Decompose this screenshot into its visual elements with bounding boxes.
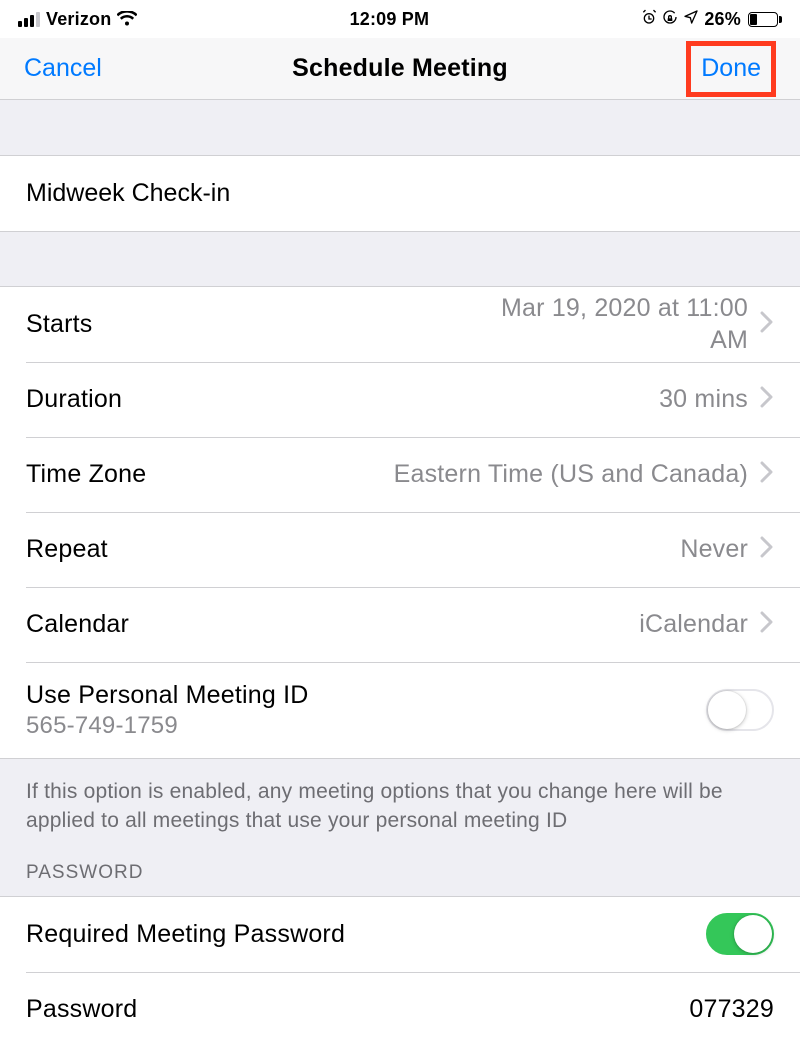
- require-password-toggle[interactable]: [706, 913, 774, 955]
- personal-meeting-id-row: Use Personal Meeting ID 565-749-1759: [0, 662, 800, 758]
- starts-row[interactable]: Starts Mar 19, 2020 at 11:00 AM: [0, 287, 800, 362]
- calendar-row[interactable]: Calendar iCalendar: [0, 587, 800, 662]
- chevron-right-icon: [760, 461, 774, 488]
- location-icon: [683, 9, 699, 30]
- duration-value: 30 mins: [659, 384, 748, 415]
- meeting-title-row[interactable]: [0, 156, 800, 231]
- require-password-label: Required Meeting Password: [26, 920, 345, 949]
- battery-percent: 26%: [704, 9, 741, 30]
- password-row[interactable]: Password 077329: [0, 972, 800, 1047]
- section-spacer: [0, 231, 800, 287]
- signal-bars-icon: [18, 12, 40, 27]
- chevron-right-icon: [760, 611, 774, 638]
- require-password-row: Required Meeting Password: [0, 897, 800, 972]
- timezone-value: Eastern Time (US and Canada): [394, 459, 748, 490]
- timezone-label: Time Zone: [26, 460, 146, 489]
- page-title: Schedule Meeting: [292, 54, 508, 83]
- chevron-right-icon: [760, 311, 774, 338]
- done-highlight-box: Done: [686, 41, 776, 97]
- pmi-number: 565-749-1759: [26, 712, 309, 740]
- calendar-label: Calendar: [26, 610, 129, 639]
- chevron-right-icon: [760, 386, 774, 413]
- pmi-hint-block: If this option is enabled, any meeting o…: [0, 758, 800, 897]
- status-bar: Verizon 12:09 PM 26%: [0, 0, 800, 38]
- starts-value: Mar 19, 2020 at 11:00 AM: [468, 293, 748, 356]
- battery-icon: [748, 12, 782, 27]
- timezone-row[interactable]: Time Zone Eastern Time (US and Canada): [0, 437, 800, 512]
- pmi-toggle[interactable]: [706, 689, 774, 731]
- section-spacer: [0, 100, 800, 156]
- pmi-hint-text: If this option is enabled, any meeting o…: [26, 777, 774, 836]
- password-label: Password: [26, 995, 137, 1024]
- pmi-label: Use Personal Meeting ID: [26, 681, 309, 710]
- repeat-label: Repeat: [26, 535, 108, 564]
- chevron-right-icon: [760, 536, 774, 563]
- starts-label: Starts: [26, 310, 93, 339]
- status-time: 12:09 PM: [350, 9, 430, 30]
- password-section-header: PASSWORD: [26, 862, 774, 884]
- orientation-lock-icon: [662, 9, 678, 30]
- done-button[interactable]: Done: [701, 54, 761, 83]
- duration-row[interactable]: Duration 30 mins: [0, 362, 800, 437]
- status-right: 26%: [641, 9, 782, 30]
- password-value: 077329: [689, 994, 774, 1025]
- repeat-value: Never: [680, 534, 748, 565]
- alarm-icon: [641, 9, 657, 30]
- carrier-name: Verizon: [46, 9, 111, 30]
- repeat-row[interactable]: Repeat Never: [0, 512, 800, 587]
- duration-label: Duration: [26, 385, 122, 414]
- calendar-value: iCalendar: [639, 609, 748, 640]
- wifi-icon: [117, 11, 137, 27]
- cancel-button[interactable]: Cancel: [24, 54, 102, 83]
- navigation-bar: Cancel Schedule Meeting Done: [0, 38, 800, 100]
- status-left: Verizon: [18, 9, 137, 30]
- meeting-title-input[interactable]: [26, 179, 774, 208]
